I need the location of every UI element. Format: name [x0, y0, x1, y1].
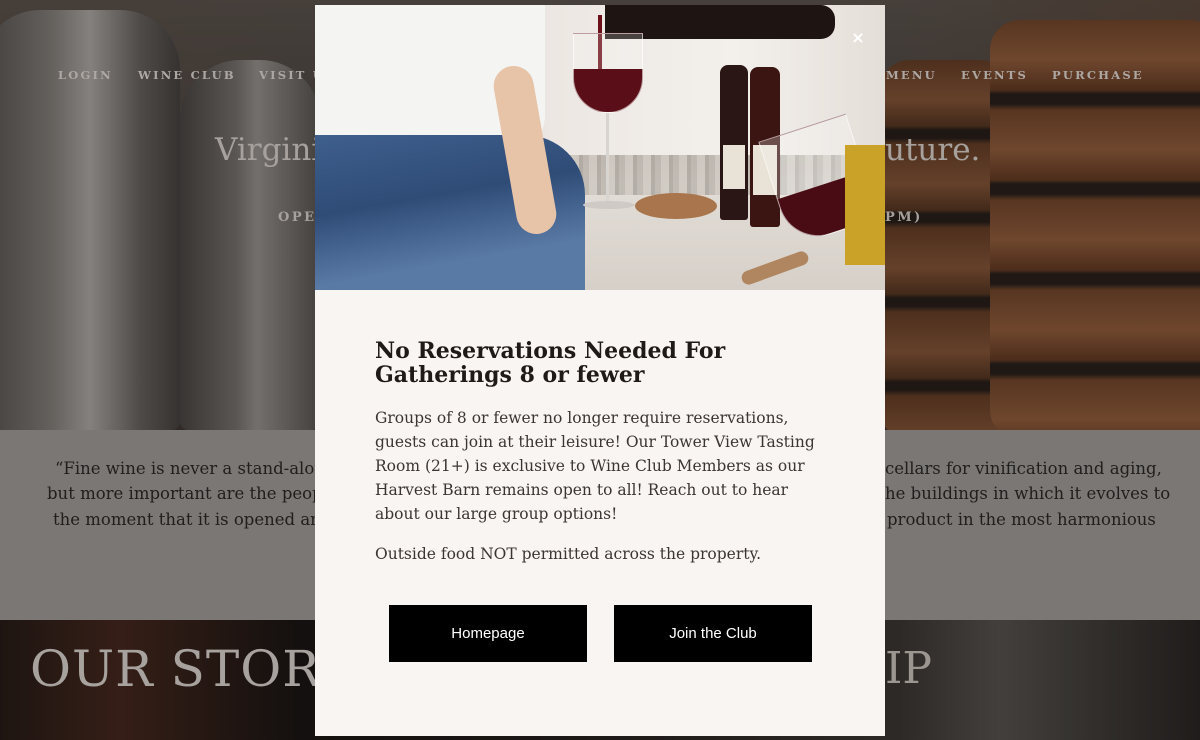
bottle-label	[723, 145, 745, 189]
wine-pour-photo	[315, 5, 885, 290]
join-club-button[interactable]: Join the Club	[614, 605, 812, 662]
homepage-button[interactable]: Homepage	[389, 605, 587, 662]
wine-glass	[573, 33, 643, 113]
glass-base	[583, 201, 635, 209]
modal-note-text: Outside food NOT permitted across the pr…	[375, 545, 762, 563]
close-button[interactable]: ×	[847, 27, 869, 49]
wooden-plate	[635, 193, 717, 219]
announcement-modal: × No Reservations Needed For Gatherings …	[315, 5, 885, 736]
glass-stem	[606, 113, 609, 203]
yellow-canister	[845, 145, 885, 265]
modal-heading: No Reservations Needed For Gatherings 8 …	[375, 338, 726, 388]
wine-bottle	[720, 65, 748, 220]
modal-body-text: Groups of 8 or fewer no longer require r…	[375, 409, 815, 523]
